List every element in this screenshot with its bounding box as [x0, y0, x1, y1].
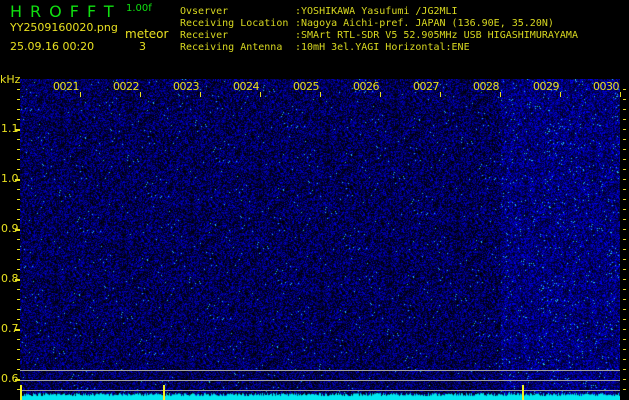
y-minor-tick-right [623, 159, 626, 160]
meteor-label: meteor [125, 27, 169, 41]
y-minor-tick-right [623, 239, 626, 240]
y-tick-label: 0.9 [1, 222, 19, 235]
datetime: 25.09.16 00:20 [10, 40, 95, 53]
y-minor-tick-right [623, 369, 626, 370]
y-tick-label: 0.6 [1, 372, 19, 385]
y-minor-tick-right [623, 109, 626, 110]
y-minor-tick-right [623, 279, 626, 280]
y-tick-label: 1.1 [1, 122, 19, 135]
receiver-value: :SMArt RTL-SDR V5 52.905MHz USB HIGASHIM… [295, 30, 578, 41]
y-unit-label: kHz [0, 73, 21, 86]
meteor-count: 3 [139, 40, 146, 53]
y-minor-tick-right [623, 299, 626, 300]
y-tick-label: 0.7 [1, 322, 19, 335]
y-minor-tick-right [623, 249, 626, 250]
version-label: 1.00f [126, 3, 152, 14]
observer-label: Ovserver [180, 6, 229, 17]
y-minor-tick-right [623, 149, 626, 150]
y-minor-tick-right [623, 89, 626, 90]
y-minor-tick-right [623, 379, 626, 380]
hrofft-window: HROFFT 1.00f YY2509160020.png 25.09.16 0… [0, 0, 629, 400]
y-minor-tick-right [623, 179, 626, 180]
y-minor-tick-right [623, 259, 626, 260]
y-minor-tick-right [623, 329, 626, 330]
y-minor-tick-right [623, 209, 626, 210]
location-label: Receiving Location [180, 18, 289, 29]
y-minor-tick-right [623, 309, 626, 310]
filename: YY2509160020.png [10, 21, 118, 34]
y-minor-tick-right [623, 319, 626, 320]
y-minor-tick-right [623, 199, 626, 200]
y-minor-tick-right [623, 219, 626, 220]
y-minor-tick-right [623, 359, 626, 360]
y-minor-tick-right [623, 169, 626, 170]
antenna-label: Receiving Antenna [180, 42, 283, 53]
y-minor-tick-right [623, 229, 626, 230]
antenna-value: :10mH 3el.YAGI Horizontal:ENE [295, 42, 470, 53]
receiver-label: Receiver [180, 30, 229, 41]
observer-value: :YOSHIKAWA Yasufumi /JG2MLI [295, 6, 458, 17]
y-minor-tick-right [623, 129, 626, 130]
y-tick-label: 0.8 [1, 272, 19, 285]
y-minor-tick-right [623, 269, 626, 270]
y-minor-tick-right [623, 119, 626, 120]
spectrogram-image [20, 79, 620, 400]
y-minor-tick-right [623, 99, 626, 100]
y-minor-tick-right [623, 139, 626, 140]
y-minor-tick-right [623, 189, 626, 190]
y-minor-tick-right [623, 289, 626, 290]
y-tick-label: 1.0 [1, 172, 19, 185]
y-minor-tick-right [623, 339, 626, 340]
y-minor-tick-right [623, 389, 626, 390]
location-value: :Nagoya Aichi-pref. JAPAN (136.90E, 35.2… [295, 18, 554, 29]
time-tick [620, 92, 621, 97]
app-logo: HROFFT [10, 2, 122, 21]
y-minor-tick-right [623, 349, 626, 350]
